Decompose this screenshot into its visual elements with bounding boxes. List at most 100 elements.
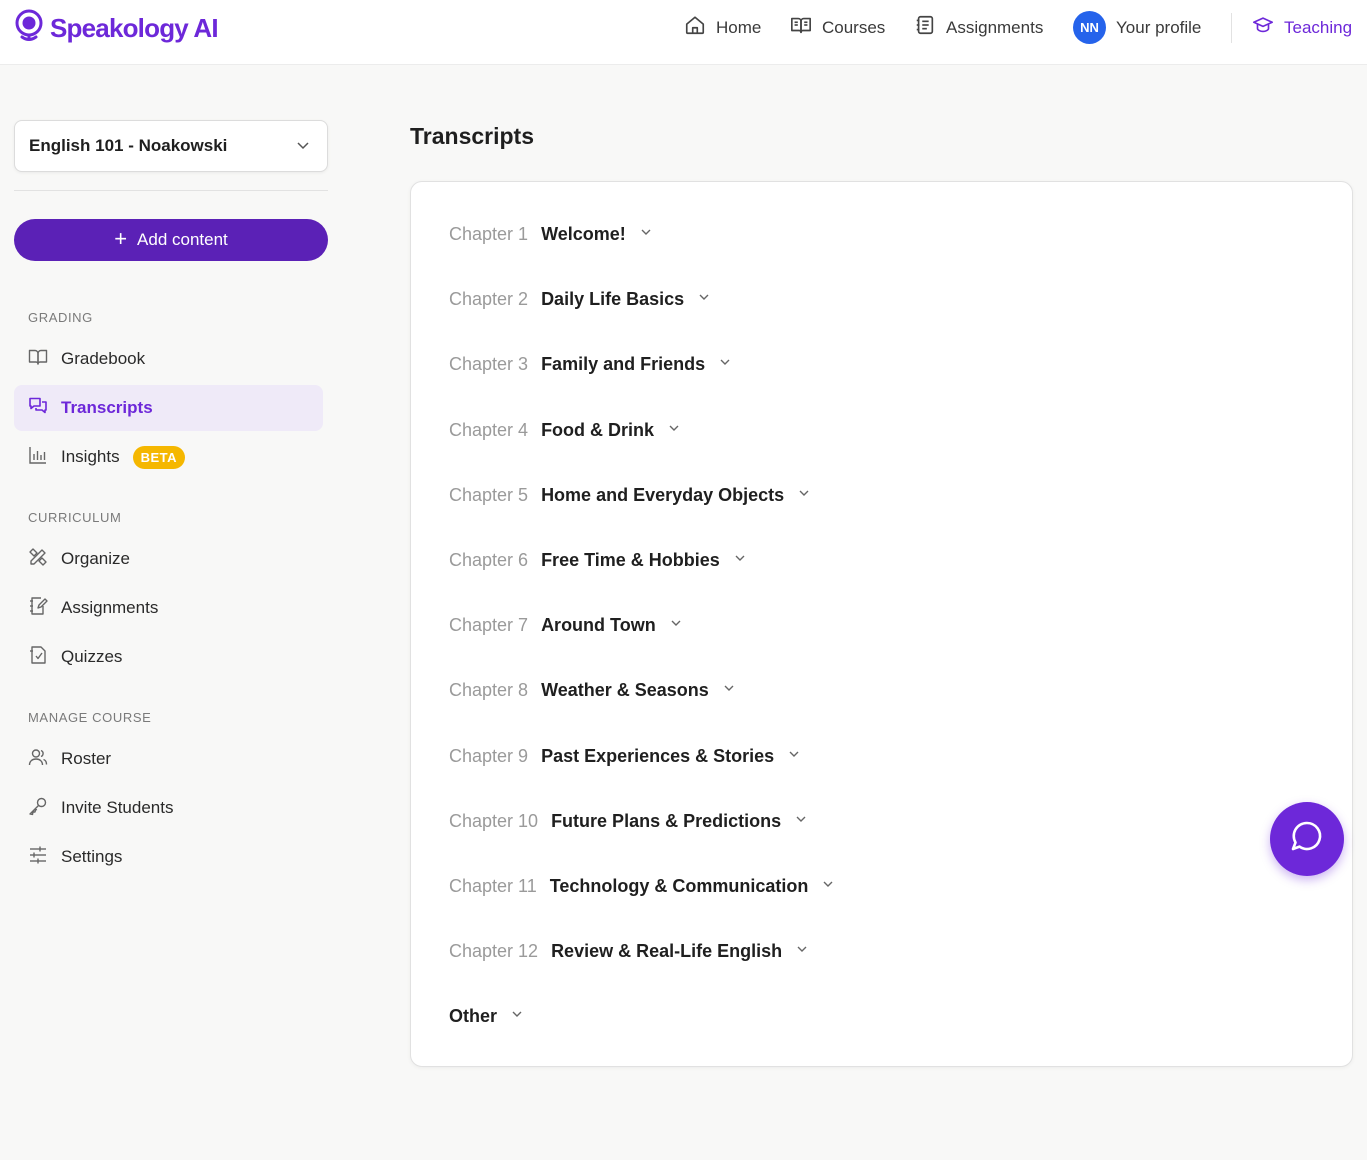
sidebar-item-label: Organize [61, 549, 130, 568]
sidebar-item-insights[interactable]: Insights BETA [14, 434, 323, 480]
chapter-title: Around Town [541, 614, 656, 635]
chevron-down-icon [697, 290, 711, 309]
sidebar-item-invite-students[interactable]: Invite Students [14, 785, 323, 831]
sidebar-item-label: Settings [61, 847, 123, 866]
sidebar-item-roster[interactable]: Roster [14, 736, 323, 782]
chapter-row[interactable]: Chapter 2 Daily Life Basics [449, 284, 711, 314]
organize-tools-icon [28, 547, 48, 572]
chevron-down-icon [669, 616, 683, 635]
chevron-down-icon [295, 137, 311, 158]
chapter-number: Chapter 10 [449, 810, 539, 831]
sidebar-item-quizzes[interactable]: Quizzes [14, 634, 323, 680]
chapter-row[interactable]: Chapter 9 Past Experiences & Stories [449, 741, 801, 771]
notebook-pen-icon [28, 596, 48, 621]
globe-chat-icon [14, 9, 44, 48]
key-icon [28, 796, 48, 821]
chapter-row[interactable]: Chapter 6 Free Time & Hobbies [449, 545, 747, 575]
sidebar-item-label: Insights [61, 447, 120, 466]
sidebar-item-organize[interactable]: Organize [14, 536, 323, 582]
chapter-number: Chapter 6 [449, 549, 529, 570]
chevron-down-icon [722, 681, 736, 700]
chapter-number: Chapter 11 [449, 875, 537, 896]
notebook-icon [914, 14, 936, 41]
chapter-row[interactable]: Chapter 4 Food & Drink [449, 415, 681, 445]
beta-badge: BETA [132, 445, 186, 469]
quiz-page-icon [28, 645, 48, 670]
add-content-label: Add content [137, 230, 228, 249]
sliders-icon [28, 845, 48, 870]
sidebar-divider [14, 190, 328, 191]
chapter-title: Food & Drink [541, 419, 655, 440]
page-title: Transcripts [410, 123, 534, 149]
chat-bubbles-icon [28, 396, 48, 421]
chapter-row[interactable]: Chapter 8 Weather & Seasons [449, 675, 736, 705]
section-label-grading: GRADING [28, 310, 93, 325]
transcripts-card: Chapter 1 Welcome! Chapter 2 Daily Life Bas… [410, 181, 1353, 1067]
chapter-number: Chapter 7 [449, 614, 529, 635]
chapter-title: Future Plans & Predictions [551, 810, 782, 831]
chapter-row[interactable]: Chapter 10 Future Plans & Predictions [449, 806, 808, 836]
chapter-row[interactable]: Other [449, 1001, 524, 1031]
nav-profile[interactable]: NN Your profile [1073, 0, 1201, 55]
chat-button[interactable] [1270, 802, 1344, 876]
chapter-title: Welcome! [541, 223, 626, 244]
nav-profile-label: Your profile [1116, 17, 1202, 37]
nav-assignments-label: Assignments [946, 17, 1044, 37]
chevron-down-icon [795, 942, 809, 961]
sidebar-item-label: Roster [61, 749, 112, 768]
sidebar-item-gradebook[interactable]: Gradebook [14, 336, 323, 382]
chevron-down-icon [718, 355, 732, 374]
sidebar-item-assignments[interactable]: Assignments [14, 585, 323, 631]
chapter-title: Home and Everyday Objects [541, 484, 785, 505]
plus-icon: + [114, 226, 128, 251]
chapter-number: Chapter 2 [449, 288, 529, 309]
chevron-down-icon [733, 551, 747, 570]
chapter-row[interactable]: Chapter 5 Home and Everyday Objects [449, 480, 811, 510]
sidebar-item-label: Invite Students [61, 798, 174, 817]
nav-assignments[interactable]: Assignments [914, 0, 1043, 55]
chapter-row[interactable]: Chapter 12 Review & Real-Life English [449, 936, 809, 966]
chapter-number: Chapter 3 [449, 353, 529, 374]
chapter-title: Family and Friends [541, 353, 706, 374]
chapter-number: Chapter 5 [449, 484, 529, 505]
book-icon [28, 347, 48, 372]
graduation-cap-icon [1252, 14, 1274, 41]
sidebar-item-label: Quizzes [61, 647, 123, 666]
chapter-row[interactable]: Chapter 1 Welcome! [449, 219, 653, 249]
chevron-down-icon [821, 877, 835, 896]
chapter-number: Chapter 9 [449, 745, 529, 766]
home-icon [684, 14, 706, 41]
top-bar: Speakology AI Home Courses Assignments N… [0, 0, 1367, 65]
open-book-icon [790, 14, 812, 41]
nav-courses[interactable]: Courses [790, 0, 885, 55]
chapter-title: Review & Real-Life English [551, 940, 783, 961]
chevron-down-icon [510, 1007, 524, 1026]
chevron-down-icon [794, 812, 808, 831]
chevron-down-icon [787, 747, 801, 766]
chat-bubble-icon [1289, 819, 1325, 860]
chapter-row[interactable]: Chapter 7 Around Town [449, 610, 683, 640]
sidebar-item-transcripts[interactable]: Transcripts [14, 385, 323, 431]
nav-home[interactable]: Home [684, 0, 761, 55]
chapter-title: Technology & Communication [549, 875, 809, 896]
chapter-row[interactable]: Chapter 3 Family and Friends [449, 349, 732, 379]
course-select-value: English 101 - Noakowski [29, 136, 228, 155]
nav-teaching[interactable]: Teaching [1252, 0, 1352, 55]
nav-divider [1231, 13, 1232, 43]
nav-teaching-label: Teaching [1284, 17, 1353, 37]
chevron-down-icon [639, 225, 653, 244]
chevron-down-icon [797, 486, 811, 505]
logo-text: Speakology AI [50, 12, 219, 43]
chapter-title: Other [449, 1005, 498, 1026]
chapter-number: Chapter 12 [449, 940, 539, 961]
chapter-title: Past Experiences & Stories [541, 745, 775, 766]
section-label-curriculum: CURRICULUM [28, 510, 122, 525]
bar-chart-icon [28, 445, 48, 470]
chapter-title: Free Time & Hobbies [541, 549, 720, 570]
chapter-row[interactable]: Chapter 11 Technology & Communication [449, 871, 835, 901]
chapter-number: Chapter 8 [449, 679, 529, 700]
add-content-button[interactable]: + Add content [14, 219, 328, 261]
course-select[interactable]: English 101 - Noakowski [14, 120, 328, 172]
app-logo[interactable]: Speakology AI [14, 9, 219, 48]
sidebar-item-settings[interactable]: Settings [14, 834, 323, 880]
